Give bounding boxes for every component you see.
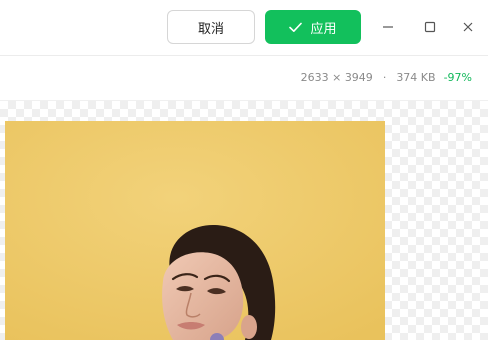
- image-dimensions: 2633 × 3949: [300, 71, 373, 84]
- image-info-bar: 2633 × 3949 · 374 KB -97%: [0, 56, 488, 101]
- maximize-icon: [424, 21, 436, 33]
- title-bar: 取消 应用: [0, 0, 488, 56]
- cancel-button-label: 取消: [197, 21, 224, 37]
- minimize-icon: [383, 26, 393, 28]
- apply-button[interactable]: 应用: [265, 10, 361, 44]
- check-icon: [289, 22, 303, 32]
- size-reduction: -97%: [443, 71, 472, 84]
- info-separator: ·: [382, 71, 387, 84]
- portrait-image: [5, 121, 385, 340]
- minimize-button[interactable]: [376, 14, 400, 40]
- close-button[interactable]: [456, 14, 480, 40]
- maximize-button[interactable]: [418, 14, 442, 40]
- photo-preview: [5, 121, 385, 340]
- cancel-button[interactable]: 取消: [167, 10, 255, 44]
- close-icon: [463, 22, 473, 32]
- image-info: 2633 × 3949 · 374 KB -97%: [301, 71, 472, 84]
- file-size: 374 KB: [396, 71, 436, 84]
- image-canvas: [0, 101, 488, 340]
- apply-button-label: 应用: [310, 21, 337, 37]
